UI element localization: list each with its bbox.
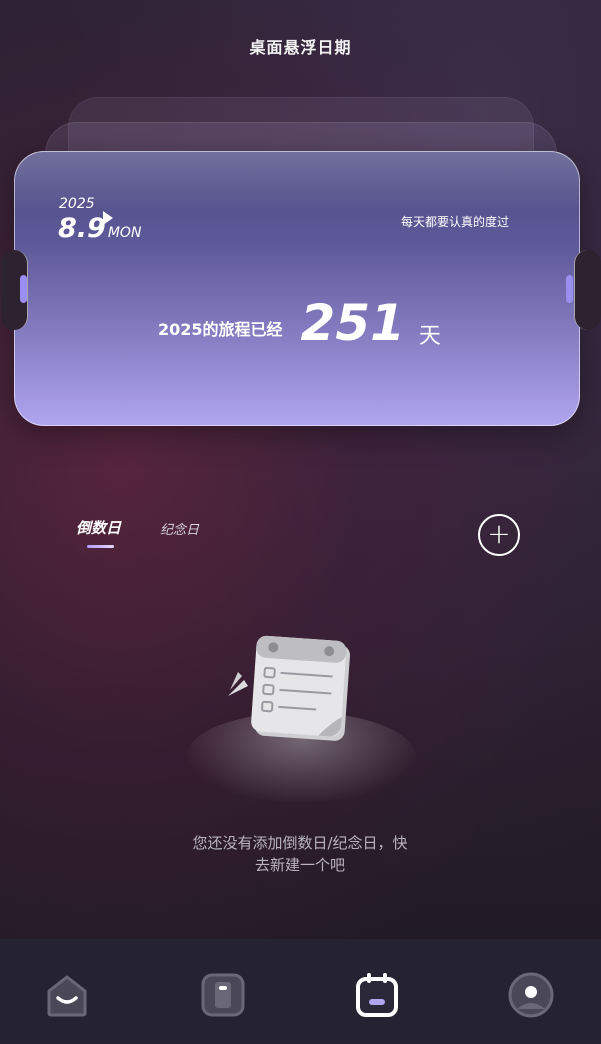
- card-handle-left[interactable]: [20, 275, 27, 303]
- tab-anniversary[interactable]: 纪念日: [160, 519, 199, 538]
- journey-days: 251: [300, 294, 405, 352]
- nav-calendar[interactable]: [353, 971, 401, 1019]
- nav-widget[interactable]: [199, 971, 247, 1019]
- card-notch-right: [574, 250, 601, 330]
- empty-state-line2: 去新建一个吧: [254, 856, 345, 874]
- nav-home[interactable]: [43, 971, 91, 1019]
- card-date: 8.9: [58, 213, 106, 244]
- add-button[interactable]: +: [478, 514, 520, 556]
- empty-notepad-icon: [228, 635, 350, 741]
- journey-label: 2025的旅程已经: [158, 320, 283, 339]
- empty-state-line1: 您还没有添加倒数日/纪念日，快: [192, 834, 408, 852]
- nav-profile[interactable]: [507, 971, 555, 1019]
- journey-unit: 天: [418, 324, 441, 349]
- page-title: 桌面悬浮日期: [249, 38, 352, 57]
- card-shine: [14, 151, 580, 211]
- date-widget-card[interactable]: [14, 151, 580, 426]
- active-tab-indicator: [87, 545, 114, 548]
- plus-icon: +: [487, 517, 511, 550]
- cursor-icon: [103, 211, 113, 225]
- tab-countdown[interactable]: 倒数日: [76, 517, 121, 538]
- card-handle-right[interactable]: [566, 275, 573, 303]
- calendar-icon: [356, 973, 398, 1017]
- empty-state-text: 您还没有添加倒数日/纪念日，快 去新建一个吧: [170, 832, 430, 876]
- card-date-row: 8.9 MON: [58, 213, 141, 244]
- home-icon: [47, 975, 87, 1017]
- journey-row: 2025的旅程已经 251 天: [158, 296, 441, 350]
- card-weekday: MON: [107, 225, 142, 241]
- profile-icon: [508, 972, 554, 1018]
- widget-icon: [201, 973, 245, 1017]
- card-year: 2025: [59, 196, 95, 212]
- card-motto: 每天都要认真的度过: [401, 215, 510, 229]
